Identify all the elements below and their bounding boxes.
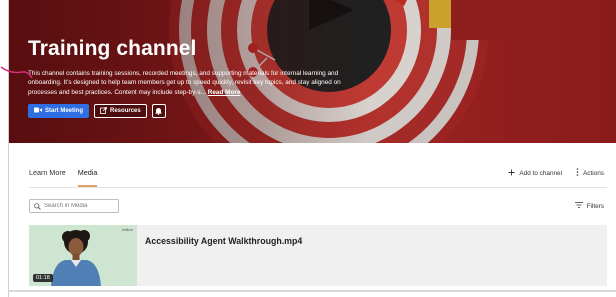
read-more-link[interactable]: Read More <box>208 89 241 96</box>
media-thumbnail[interactable]: brillium 01:18 <box>29 225 137 286</box>
more-vertical-icon <box>576 168 579 178</box>
add-to-channel-label: Add to channel <box>519 169 563 177</box>
brand-watermark: brillium <box>121 228 133 232</box>
video-camera-icon <box>34 107 42 115</box>
add-to-channel-button[interactable]: Add to channel <box>508 169 562 178</box>
search-icon <box>34 197 41 215</box>
external-link-icon <box>100 106 107 116</box>
channel-description: This channel contains training sessions,… <box>28 69 350 97</box>
filters-label: Filters <box>586 202 604 210</box>
channel-tabs: Learn More Media <box>29 168 98 187</box>
bell-icon <box>155 102 162 120</box>
media-list-item[interactable]: brillium 01:18 Accessibility Agent Walkt… <box>29 225 607 286</box>
channel-title: Training channel <box>28 37 197 60</box>
window-bottom-edge <box>8 290 616 292</box>
channel-banner: Training channel This channel contains t… <box>9 0 616 143</box>
resources-button[interactable]: Resources <box>94 104 147 118</box>
tabs-divider <box>29 187 607 188</box>
media-duration: 01:18 <box>33 274 53 282</box>
plus-icon <box>508 169 515 178</box>
tab-learn-more[interactable]: Learn More <box>29 168 66 186</box>
media-title[interactable]: Accessibility Agent Walkthrough.mp4 <box>145 236 302 246</box>
filter-icon <box>574 202 583 210</box>
media-search-input[interactable] <box>44 203 114 209</box>
actions-menu-button[interactable]: Actions <box>576 168 604 178</box>
banner-actions: Start Meeting Resources <box>28 104 166 118</box>
start-meeting-label: Start Meeting <box>45 108 84 114</box>
channel-description-text: This channel contains training sessions,… <box>28 70 341 96</box>
start-meeting-button[interactable]: Start Meeting <box>28 104 90 118</box>
channel-actions: Add to channel Actions <box>508 168 604 178</box>
tab-media[interactable]: Media <box>77 168 98 187</box>
filters-button[interactable]: Filters <box>574 202 604 210</box>
notifications-button[interactable] <box>151 102 166 120</box>
resources-label: Resources <box>110 108 141 114</box>
annotation-pointer <box>0 66 33 79</box>
media-search-box <box>29 199 119 213</box>
actions-label: Actions <box>583 169 604 177</box>
